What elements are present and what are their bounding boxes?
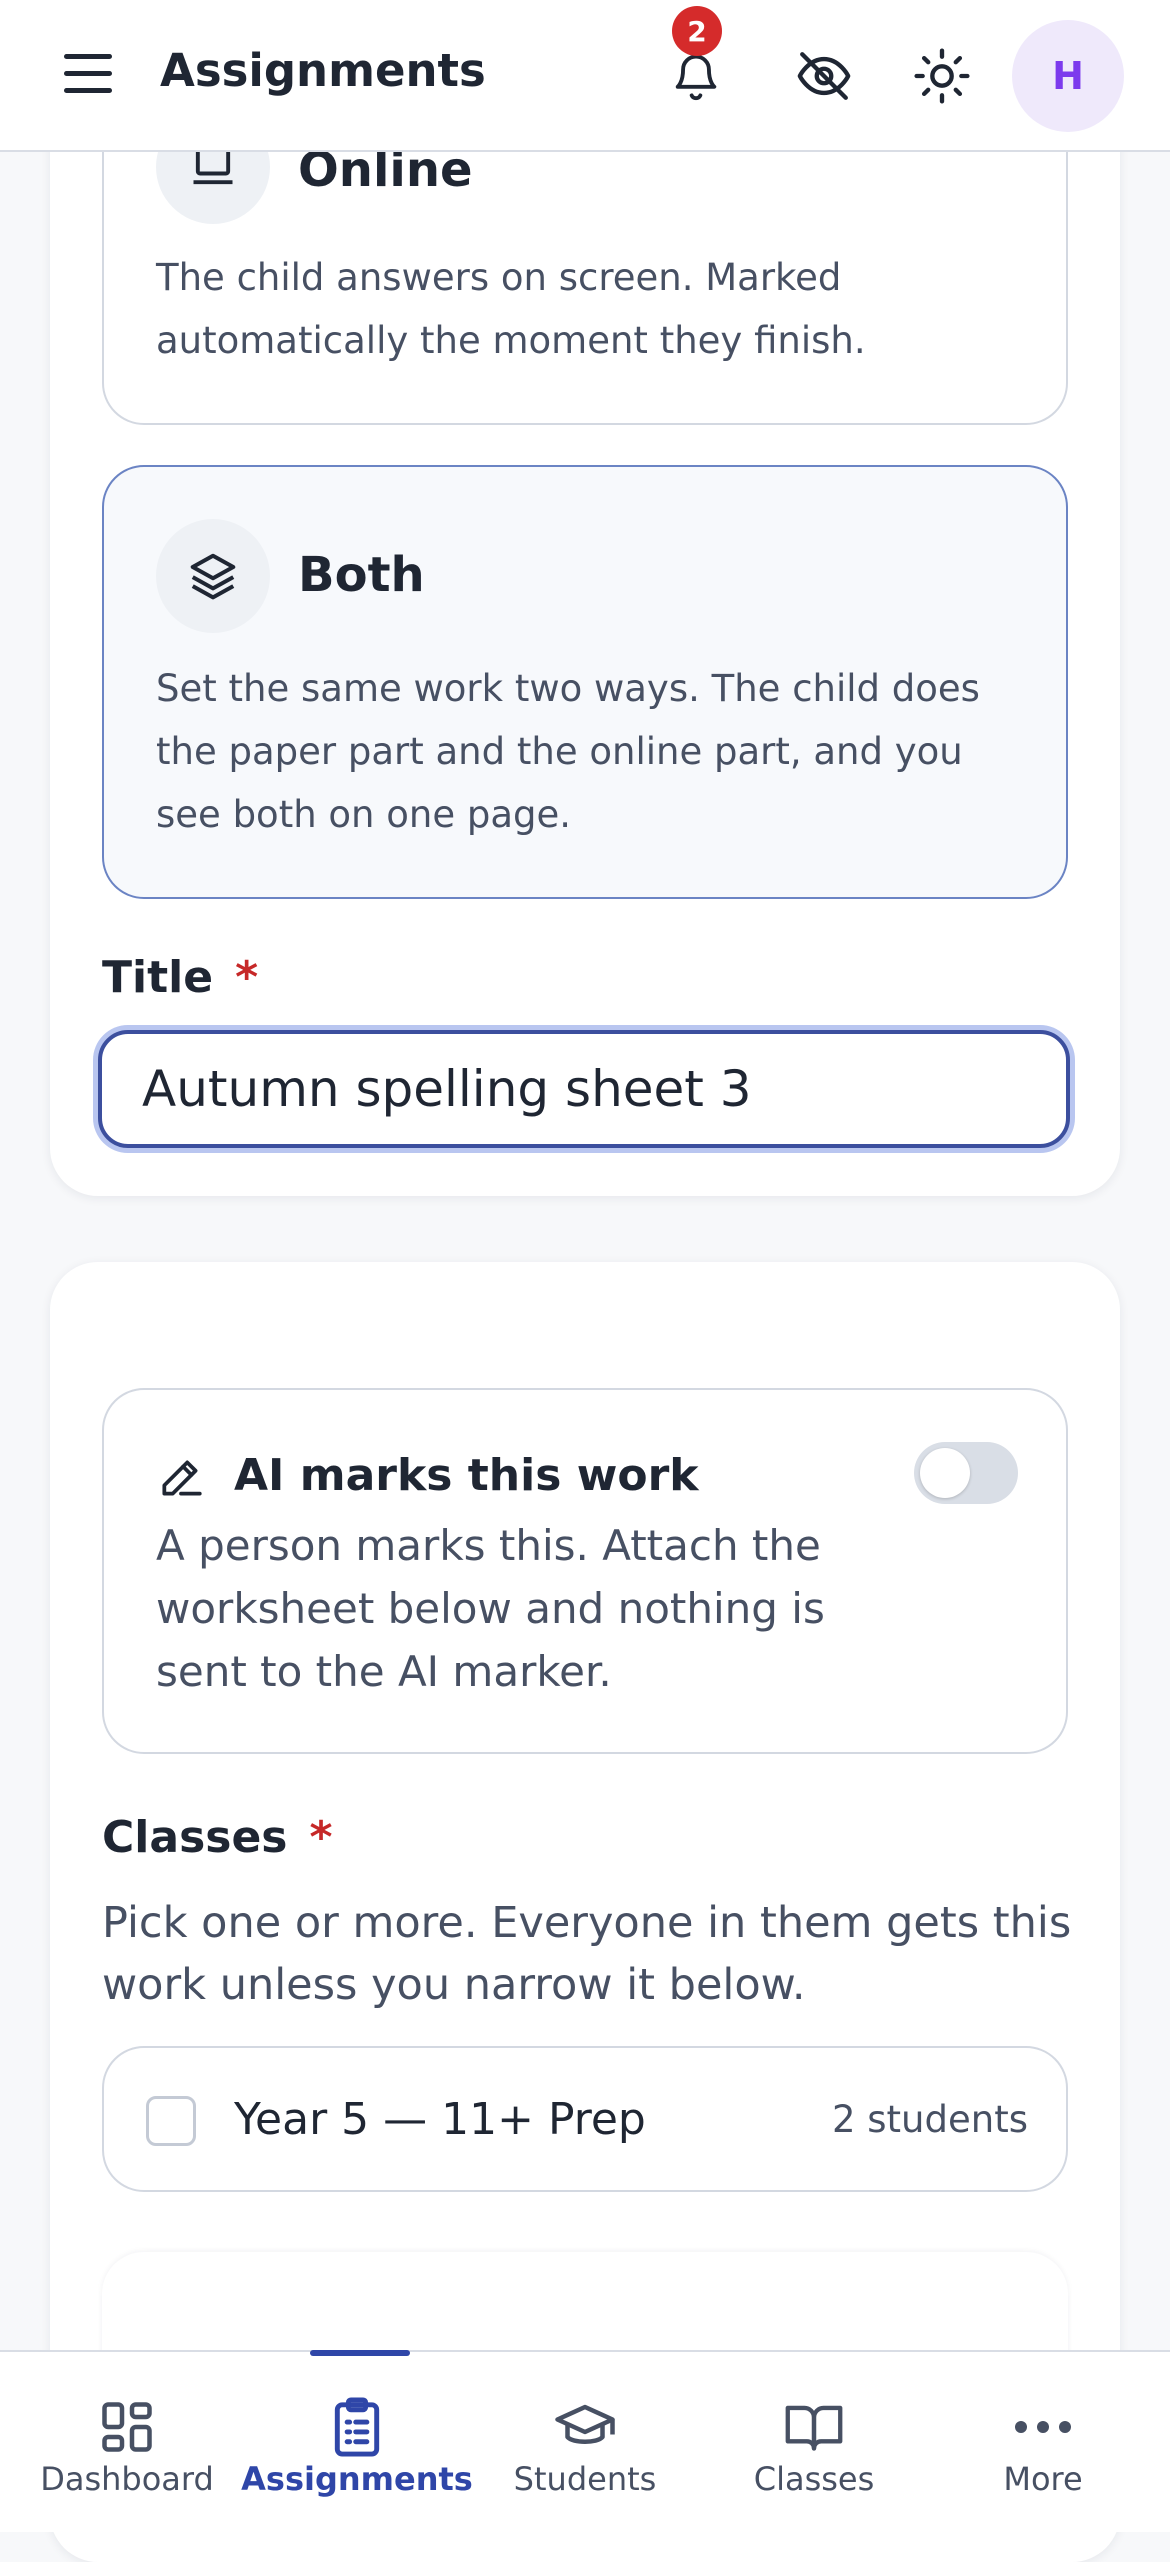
classes-label-text: Classes [102, 1812, 288, 1863]
layers-icon [156, 519, 270, 633]
avatar[interactable]: H [1012, 20, 1124, 132]
top-bar: Assignments 2 H [0, 0, 1170, 152]
active-indicator [310, 2350, 410, 2356]
required-mark: * [309, 1812, 333, 1863]
nav-label: Students [513, 2460, 657, 2498]
classes-help: Pick one or more. Everyone in them gets … [102, 1898, 1072, 2010]
notification-badge: 2 [672, 6, 722, 56]
ai-marking-description: A person marks this. Attach the workshee… [156, 1521, 825, 1696]
page-title: Assignments [160, 44, 486, 97]
nav-label: Assignments [241, 2460, 473, 2498]
title-label-text: Title [102, 952, 214, 1003]
nav-classes[interactable]: Classes [697, 2352, 931, 2534]
eye-off-icon[interactable] [786, 38, 862, 114]
class-name: Year 5 — 11+ Prep [234, 2094, 646, 2145]
clipboard-icon [317, 2392, 397, 2462]
option-both[interactable]: Both Set the same work two ways. The chi… [102, 465, 1068, 899]
nav-label: More [1003, 2460, 1083, 2498]
more-icon [1003, 2392, 1083, 2462]
ai-marking-toggle[interactable] [914, 1442, 1018, 1504]
nav-more[interactable]: More [926, 2352, 1160, 2534]
required-mark: * [235, 952, 259, 1003]
sun-icon[interactable] [904, 38, 980, 114]
pencil-icon [156, 1452, 206, 1502]
ai-marking-title: AI marks this work [234, 1450, 699, 1501]
bottom-navigation: Dashboard Assignments Students Classes M… [0, 2350, 1170, 2532]
ai-marking-box: AI marks this work A person marks this. … [102, 1388, 1068, 1754]
class-checkbox[interactable] [146, 2096, 196, 2146]
nav-dashboard[interactable]: Dashboard [10, 2352, 244, 2534]
class-item[interactable]: Year 5 — 11+ Prep 2 students [102, 2046, 1068, 2192]
option-title: Both [298, 547, 425, 603]
book-icon [774, 2392, 854, 2462]
nav-students[interactable]: Students [468, 2352, 702, 2534]
nav-label: Dashboard [40, 2460, 214, 2498]
nav-label: Classes [753, 2460, 875, 2498]
option-description: The child answers on screen. Marked auto… [156, 256, 866, 362]
graduation-cap-icon [545, 2392, 625, 2462]
title-input[interactable] [98, 1030, 1070, 1148]
title-label: Title * [102, 952, 258, 1003]
menu-icon[interactable] [60, 50, 116, 98]
option-description: Set the same work two ways. The child do… [156, 667, 980, 836]
grid-icon [87, 2392, 167, 2462]
toggle-knob [920, 1448, 970, 1498]
classes-label: Classes * [102, 1812, 333, 1863]
nav-assignments[interactable]: Assignments [240, 2350, 474, 2534]
class-student-count: 2 students [831, 2098, 1028, 2141]
